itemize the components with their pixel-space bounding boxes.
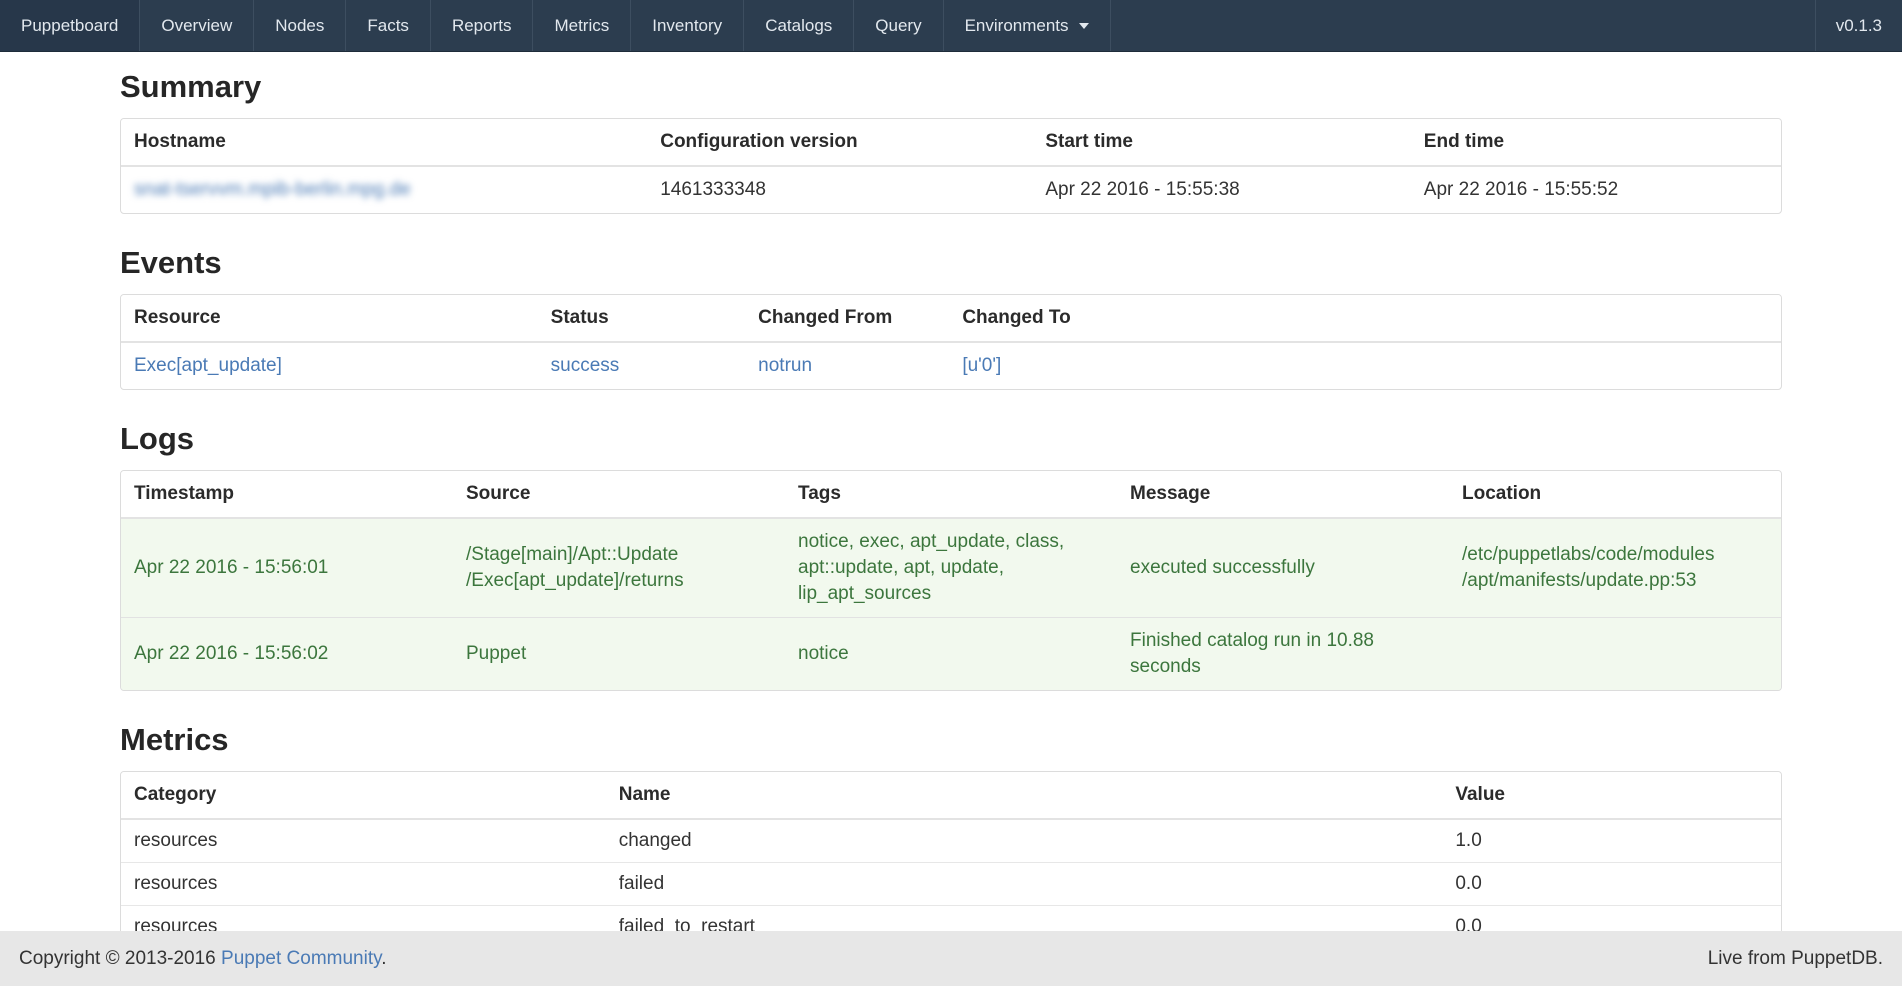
log-message: Finished catalog run in 10.88 seconds [1117,618,1449,691]
copyright-text: Copyright © 2013-2016 Puppet Community. [19,948,386,970]
events-section: Events Resource Status Changed From Chan… [120,244,1782,390]
metrics-heading: Metrics [120,721,1782,759]
log-row: Apr 22 2016 - 15:56:02 Puppet notice Fin… [121,618,1781,691]
events-table: Resource Status Changed From Changed To … [121,295,1781,389]
log-tags: notice [785,618,1117,691]
event-resource-link[interactable]: Exec[apt_update] [134,355,282,376]
events-col-status: Status [538,295,746,342]
logs-section: Logs Timestamp Source Tags Message Locat… [120,420,1782,691]
events-col-changed-from: Changed From [745,295,949,342]
logs-col-source: Source [453,471,785,518]
log-location [1449,618,1781,691]
events-col-changed-to: Changed To [949,295,1781,342]
nav-item-query[interactable]: Query [854,0,943,51]
metrics-col-value: Value [1442,772,1781,819]
puppetdb-status-text: Live from PuppetDB. [1708,948,1883,970]
copyright-prefix: Copyright © 2013-2016 [19,948,216,969]
metric-value: 1.0 [1442,819,1781,863]
nav-item-overview[interactable]: Overview [140,0,254,51]
event-changed-from-link[interactable]: notrun [758,355,812,376]
summary-section: Summary Hostname Configuration version S… [120,68,1782,214]
logs-col-tags: Tags [785,471,1117,518]
chevron-down-icon [1079,23,1089,29]
top-navbar: Puppetboard Overview Nodes Facts Reports… [0,0,1902,52]
copyright-suffix: . [381,948,386,969]
logs-col-timestamp: Timestamp [121,471,453,518]
nav-item-catalogs[interactable]: Catalogs [744,0,854,51]
summary-col-config-version: Configuration version [647,119,1032,166]
puppet-community-link[interactable]: Puppet Community [221,948,381,969]
app-version-badge: v0.1.3 [1815,0,1902,51]
summary-row: snat-tservvm.mpib-berlin.mpg.de 14613333… [121,166,1781,213]
summary-col-end-time: End time [1411,119,1781,166]
environments-label: Environments [965,16,1069,36]
metrics-section: Metrics Category Name Value resources ch… [120,721,1782,949]
logs-heading: Logs [120,420,1782,458]
start-time-value: Apr 22 2016 - 15:55:38 [1032,166,1410,213]
log-tags: notice, exec, apt_update, class, apt::up… [785,518,1117,618]
summary-col-start-time: Start time [1032,119,1410,166]
metric-category: resources [121,819,606,863]
metric-value: 0.0 [1442,863,1781,906]
event-row: Exec[apt_update] success notrun [u'0'] [121,342,1781,389]
hostname-link-blurred[interactable]: snat-tservvm.mpib-berlin.mpg.de [134,179,411,200]
metric-row: resources failed 0.0 [121,863,1781,906]
nav-item-inventory[interactable]: Inventory [631,0,744,51]
log-row: Apr 22 2016 - 15:56:01 /Stage[main]/Apt:… [121,518,1781,618]
metric-name: changed [606,819,1443,863]
logs-table: Timestamp Source Tags Message Location A… [121,471,1781,690]
nav-item-nodes[interactable]: Nodes [254,0,346,51]
nav-item-metrics[interactable]: Metrics [533,0,631,51]
nav-item-reports[interactable]: Reports [431,0,534,51]
nav-item-facts[interactable]: Facts [346,0,431,51]
end-time-value: Apr 22 2016 - 15:55:52 [1411,166,1781,213]
report-detail-page: Summary Hostname Configuration version S… [120,68,1782,949]
log-timestamp: Apr 22 2016 - 15:56:02 [121,618,453,691]
summary-heading: Summary [120,68,1782,106]
navbar-brand[interactable]: Puppetboard [0,0,140,51]
metrics-col-category: Category [121,772,606,819]
metrics-col-name: Name [606,772,1443,819]
metric-row: resources changed 1.0 [121,819,1781,863]
log-source: /Stage[main]/Apt::Update /Exec[apt_updat… [453,518,785,618]
nav-item-environments-dropdown[interactable]: Environments [944,0,1111,51]
logs-col-message: Message [1117,471,1449,518]
config-version-value: 1461333348 [647,166,1032,213]
page-footer: Copyright © 2013-2016 Puppet Community. … [0,931,1902,986]
events-col-resource: Resource [121,295,538,342]
event-changed-to-link[interactable]: [u'0'] [962,355,1001,376]
log-timestamp: Apr 22 2016 - 15:56:01 [121,518,453,618]
summary-table: Hostname Configuration version Start tim… [121,119,1781,213]
log-source: Puppet [453,618,785,691]
log-message: executed successfully [1117,518,1449,618]
summary-col-hostname: Hostname [121,119,647,166]
metrics-table: Category Name Value resources changed 1.… [121,772,1781,948]
metric-name: failed [606,863,1443,906]
event-status-link[interactable]: success [551,355,620,376]
log-location: /etc/puppetlabs/code/modules /apt/manife… [1449,518,1781,618]
events-heading: Events [120,244,1782,282]
metric-category: resources [121,863,606,906]
logs-col-location: Location [1449,471,1781,518]
